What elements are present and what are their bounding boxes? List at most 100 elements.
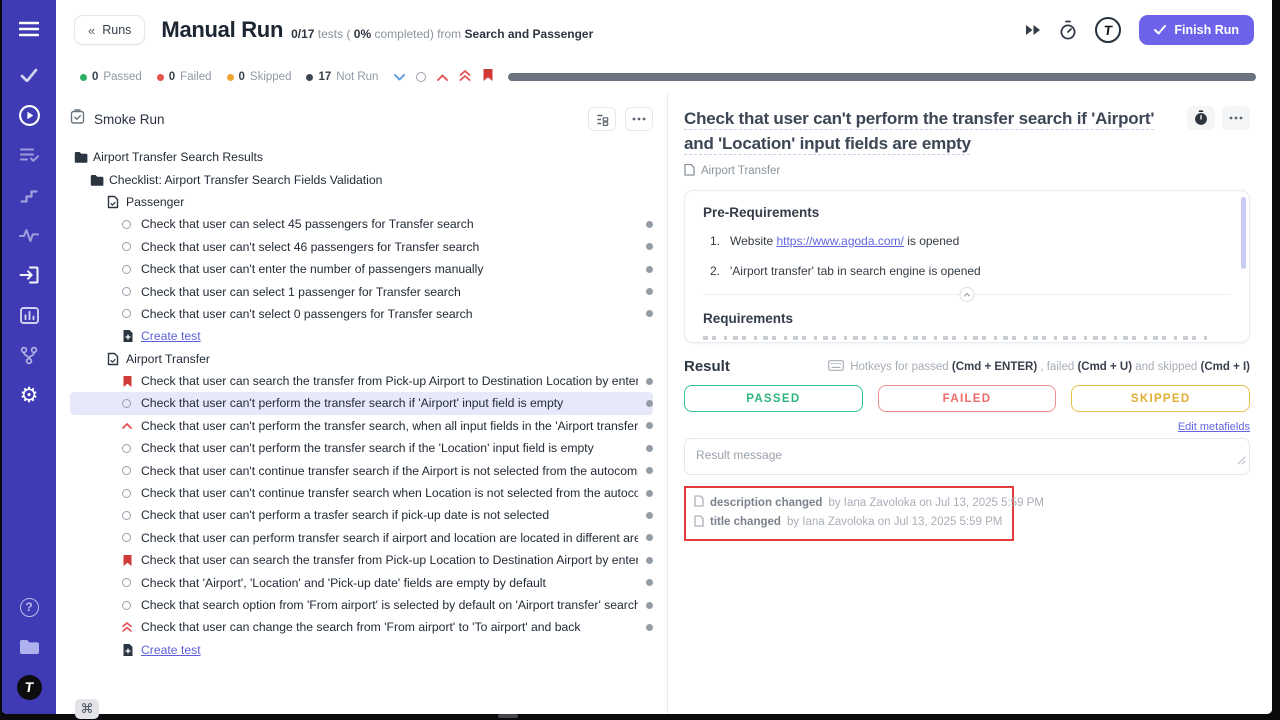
priority-highest-icon[interactable] xyxy=(459,68,471,86)
test-title[interactable]: Check that user can't perform the transf… xyxy=(684,106,1229,156)
tree-row[interactable]: Check that user can't perform a trasfer … xyxy=(70,504,653,526)
hotkey-segment: Hotkeys for passed xyxy=(850,361,952,373)
tree-row[interactable]: Check that user can't continue transfer … xyxy=(70,482,653,504)
tree-row-label: Airport Transfer Search Results xyxy=(93,150,653,164)
card-scrollbar-thumb[interactable] xyxy=(1241,197,1246,269)
priority-normal-icon xyxy=(122,265,141,274)
tree-row[interactable]: Checklist: Airport Transfer Search Field… xyxy=(70,168,653,190)
legend-item: 0Passed xyxy=(80,71,142,83)
prerequisite-item: 2.'Airport transfer' tab in search engin… xyxy=(708,264,1231,278)
priority-normal-icon xyxy=(122,309,141,318)
create-test-icon xyxy=(122,329,141,343)
priority-normal-icon xyxy=(122,242,141,251)
tree-more-button[interactable] xyxy=(625,107,653,131)
hotkeys-hint: Hotkeys for passed (Cmd + ENTER) , faile… xyxy=(828,360,1250,374)
tree-row-label: Check that user can't perform the transf… xyxy=(141,396,638,410)
shared-entry-icon[interactable] xyxy=(14,262,44,288)
priority-high-icon[interactable] xyxy=(437,68,448,86)
tree-structure-button[interactable] xyxy=(588,107,616,131)
result-message-input[interactable] xyxy=(684,438,1250,475)
menu-icon[interactable] xyxy=(14,16,44,42)
help-question-icon[interactable]: ? xyxy=(14,594,44,620)
test-tree: Airport Transfer Search Results xyxy=(56,140,667,667)
finish-run-button[interactable]: Finish Run xyxy=(1139,15,1254,45)
tree-row[interactable]: Check that user can't select 0 passenger… xyxy=(70,303,653,325)
hotkey-segment: and skipped xyxy=(1132,361,1200,373)
tree-row[interactable]: Check that user can't continue transfer … xyxy=(70,459,653,481)
edit-metafields-link[interactable]: Edit metafields xyxy=(1178,421,1250,433)
tree-row-label: Check that user can't select 46 passenge… xyxy=(141,240,638,254)
priority-blocker-bookmark-icon[interactable] xyxy=(482,68,494,87)
timer-history-button[interactable] xyxy=(1059,20,1077,40)
priority-normal-icon[interactable] xyxy=(416,72,426,82)
tree-row-label: Check that user can't continue transfer … xyxy=(141,486,638,500)
back-button-label: Runs xyxy=(102,23,131,37)
integrations-branch-icon[interactable] xyxy=(14,342,44,368)
tree-row[interactable]: Check that user can select 1 passenger f… xyxy=(70,280,653,302)
status-button[interactable]: SKIPPED xyxy=(1071,385,1250,412)
profile-logo-t[interactable]: T xyxy=(14,674,44,700)
settings-gear-icon[interactable]: ⚙ xyxy=(14,382,44,408)
tree-row[interactable]: Check that user can perform transfer sea… xyxy=(70,527,653,549)
external-link[interactable]: https://www.agoda.com/ xyxy=(776,234,903,248)
tree-row-label: Check that user can select 45 passengers… xyxy=(141,217,638,231)
tree-row[interactable]: Check that search option from 'From airp… xyxy=(70,594,653,616)
user-avatar[interactable]: T xyxy=(1095,17,1121,43)
run-header: « Runs Manual Run 0/17 tests ( 0% comple… xyxy=(56,0,1272,60)
tree-row[interactable]: Check that user can't perform the transf… xyxy=(70,392,653,414)
milestones-steps-icon[interactable] xyxy=(14,182,44,208)
hotkey-segment: (Cmd + U) xyxy=(1077,361,1132,373)
tree-row[interactable]: Airport Transfer xyxy=(70,348,653,370)
status-button[interactable]: PASSED xyxy=(684,385,863,412)
tree-row[interactable]: Create test xyxy=(70,639,653,661)
run-progress-stats: 0/17 tests ( 0% completed) from Search a… xyxy=(291,27,593,41)
tree-row[interactable]: Check that user can't perform the transf… xyxy=(70,437,653,459)
fast-forward-button[interactable] xyxy=(1025,24,1041,36)
folder-icon xyxy=(74,151,93,163)
tree-row[interactable]: Check that user can change the search fr… xyxy=(70,616,653,638)
priority-high-icon xyxy=(122,423,141,429)
requirements-heading: Requirements xyxy=(703,311,1231,326)
status-button[interactable]: FAILED xyxy=(878,385,1057,412)
test-plans-list-icon[interactable] xyxy=(14,142,44,168)
hotkey-segment: (Cmd + I) xyxy=(1200,361,1250,373)
tree-row[interactable]: Check that user can't enter the number o… xyxy=(70,258,653,280)
stopwatch-button[interactable] xyxy=(1187,106,1215,130)
tree-row[interactable]: Check that user can't select 46 passenge… xyxy=(70,236,653,258)
page-title: Manual Run xyxy=(161,17,283,43)
header-actions: T Finish Run xyxy=(1025,15,1254,45)
reports-chart-icon[interactable] xyxy=(14,302,44,328)
result-header: Result Hotkeys for passed (Cmd + ENTER) … xyxy=(684,358,1250,375)
priority-filters xyxy=(394,68,494,87)
status-dot-icon xyxy=(306,74,313,81)
double-chevron-left-icon: « xyxy=(88,24,95,37)
tree-row[interactable]: Create test xyxy=(70,325,653,347)
priority-normal-icon xyxy=(122,220,141,229)
tree-row[interactable]: Airport Transfer Search Results xyxy=(70,146,653,168)
runs-play-icon[interactable] xyxy=(14,102,44,128)
tree-row-label: Create test xyxy=(141,643,201,657)
tree-row[interactable]: Passenger xyxy=(70,191,653,213)
test-more-button[interactable] xyxy=(1222,106,1250,130)
tree-row[interactable]: Check that user can search the transfer … xyxy=(70,370,653,392)
tests-check-icon[interactable] xyxy=(14,62,44,88)
resize-grip-icon[interactable] xyxy=(1237,452,1246,470)
app-sidebar: ⚙ ? T xyxy=(2,0,56,714)
collapse-handle[interactable] xyxy=(960,287,975,302)
suite-label: Airport Transfer xyxy=(701,165,780,177)
not-run-status-dot xyxy=(646,534,653,541)
activity-pulse-icon[interactable] xyxy=(14,222,44,248)
tree-row[interactable]: Check that user can't perform the transf… xyxy=(70,415,653,437)
prerequirements-list: 1.Website https://www.agoda.com/ is open… xyxy=(703,234,1231,278)
tree-row[interactable]: Check that 'Airport', 'Location' and 'Pi… xyxy=(70,571,653,593)
not-run-status-dot xyxy=(646,490,653,497)
projects-folder-icon[interactable] xyxy=(14,634,44,660)
tree-row-label: Check that user can't perform a trasfer … xyxy=(141,508,638,522)
tree-row[interactable]: Check that user can select 45 passengers… xyxy=(70,213,653,235)
hotkey-segment: (Cmd + ENTER) xyxy=(952,361,1037,373)
priority-normal-icon xyxy=(122,399,141,408)
tree-row[interactable]: Check that user can search the transfer … xyxy=(70,549,653,571)
back-to-runs-button[interactable]: « Runs xyxy=(74,15,145,45)
tree-row-label: Check that user can't perform the transf… xyxy=(141,419,638,433)
chevron-down-blue-icon[interactable] xyxy=(394,68,405,86)
